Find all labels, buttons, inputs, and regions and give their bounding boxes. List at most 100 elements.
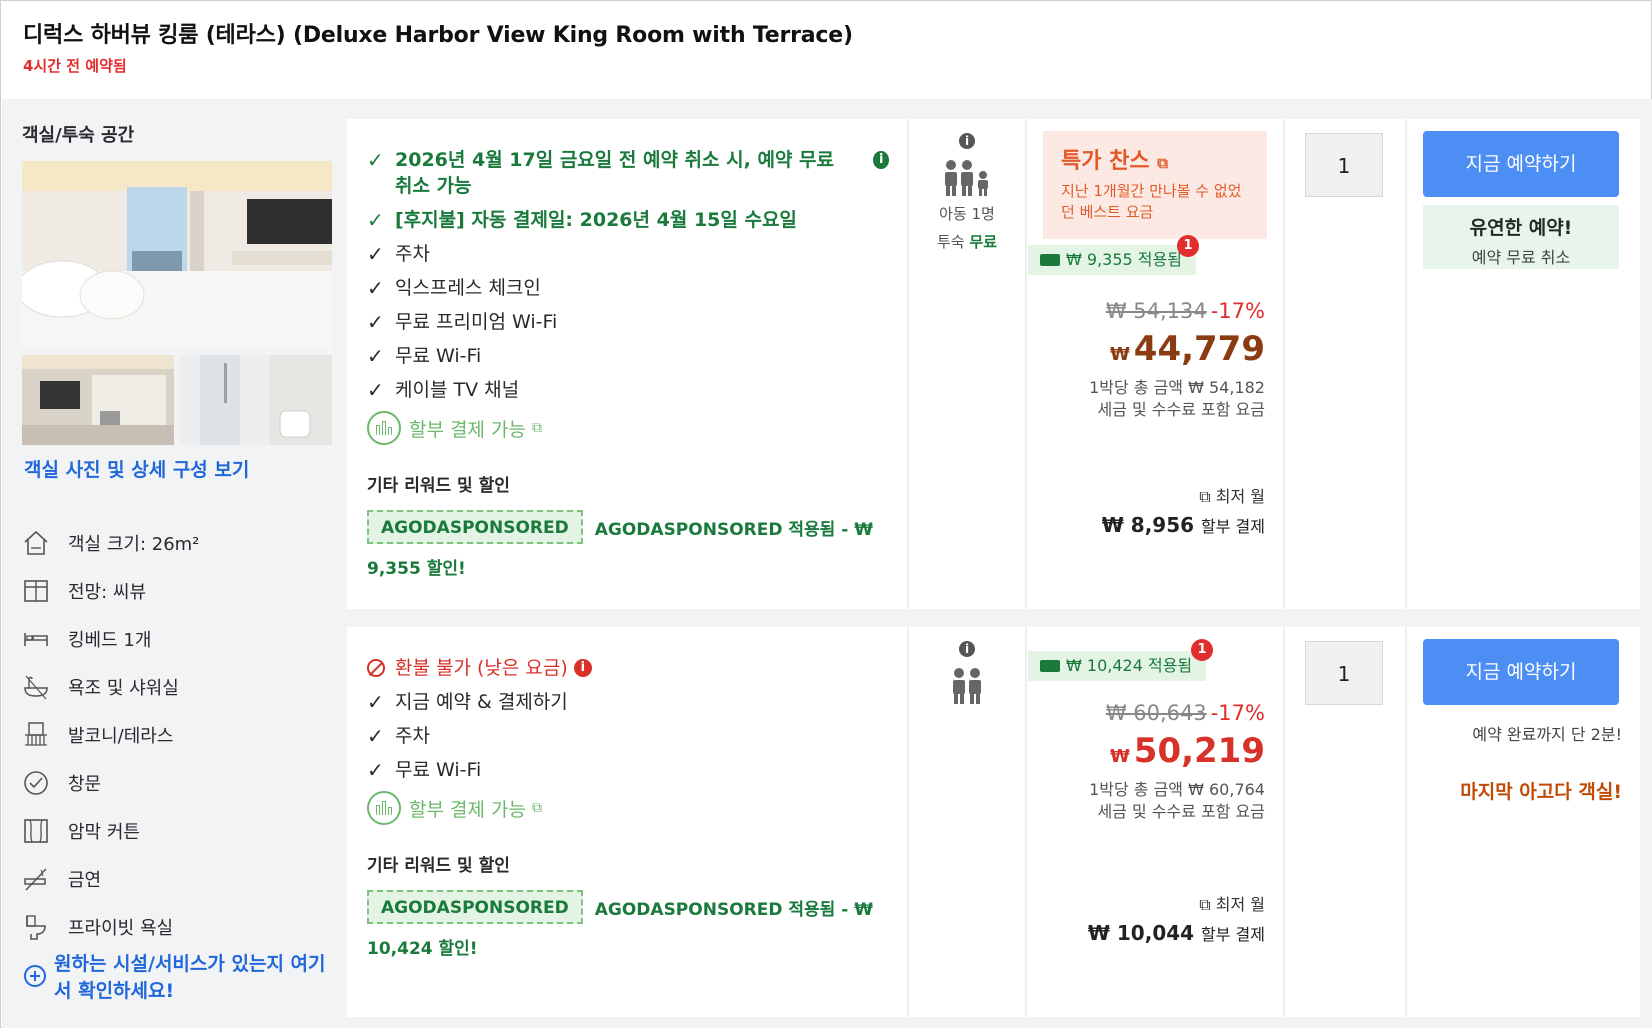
applied-discount-tag: ₩ 9,355 적용됨	[1028, 245, 1196, 275]
room-info-column: 객실/투숙 공간 객실 사진 및 상세 구성 보기 객실 크기: 26m² 전망…	[2, 99, 347, 1028]
discount-percent: -17%	[1210, 299, 1265, 323]
book-now-button[interactable]: 지금 예약하기	[1423, 131, 1619, 197]
benefit-label: 케이블 TV 채널	[395, 379, 520, 401]
room-quantity-select[interactable]: 1	[1305, 133, 1383, 197]
coupon-code-badge: AGODASPONSORED	[367, 510, 583, 544]
installment-icon	[367, 791, 401, 825]
benefit-label: 지금 예약 & 결제하기	[395, 691, 568, 713]
promo-applied-text: AGODASPONSORED 적용됨 - ₩	[594, 519, 873, 540]
benefit-label: 익스프레스 체크인	[395, 277, 541, 299]
installment-label: 할부 결제 가능	[409, 798, 526, 821]
per-night-total: 1박당 총 금액 ₩ 60,764	[1089, 780, 1265, 799]
discount-percent: -17%	[1210, 701, 1265, 725]
rewards-title: 기타 리워드 및 할인	[367, 856, 510, 876]
applied-discount-tag: ₩ 10,424 적용됨	[1028, 651, 1207, 681]
info-icon[interactable]: i	[959, 641, 975, 657]
feature-label: 발코니/테라스	[68, 726, 174, 747]
check-icon: ✓	[367, 758, 384, 782]
benefit-item: ✓ 무료 Wi-Fi	[367, 343, 889, 369]
ticket-icon	[1040, 254, 1060, 266]
window-view-icon	[20, 575, 52, 607]
room-thumb-photo-2[interactable]	[180, 355, 332, 445]
notification-badge: 1	[1177, 235, 1199, 257]
benefit-item: ✓ 케이블 TV 채널	[367, 377, 889, 403]
window-check-icon	[20, 767, 52, 799]
offer-row-2: 환불 불가 (낮은 요금) i ✓ 지금 예약 & 결제하기 ✓ 주차 ✓ 무료 Wi…	[347, 627, 1640, 1017]
plus-circle-icon	[24, 965, 46, 987]
installment-link[interactable]: 할부 결제 가능 ⧉	[367, 411, 889, 445]
monthly-installment-block: ⧉ 최저 월 ₩ 10,044 할부 결제	[1088, 891, 1265, 945]
ticket-icon	[1040, 660, 1060, 672]
room-body: 객실/투숙 공간 객실 사진 및 상세 구성 보기 객실 크기: 26m² 전망…	[2, 99, 1652, 1028]
book-now-button[interactable]: 지금 예약하기	[1423, 639, 1619, 705]
benefit-label: [후지불] 자동 결제일: 2026년 4월 15일 수요일	[395, 209, 797, 231]
info-icon[interactable]: i	[873, 151, 889, 169]
benefit-item: ✓ 주차	[367, 723, 889, 749]
room-thumb-image-2	[180, 355, 332, 445]
facility-check-link[interactable]: 원하는 시설/서비스가 있는지 여기서 확인하세요!	[24, 951, 334, 1005]
price-block: ₩ 60,643 -17% ₩50,219 1박당 총 금액 ₩ 60,764 세…	[1089, 701, 1265, 823]
people-icon	[953, 668, 981, 704]
room-quantity-select[interactable]: 1	[1305, 641, 1383, 705]
child-count-label: 아동 1명	[939, 205, 995, 223]
check-icon: ✓	[367, 344, 384, 368]
currency-symbol: ₩	[1109, 746, 1130, 767]
info-icon[interactable]: i	[959, 133, 975, 149]
room-thumb-photo-1[interactable]	[22, 355, 174, 445]
original-price-value: ₩ 60,643	[1105, 701, 1207, 725]
final-price-value: 50,219	[1133, 731, 1265, 771]
benefit-label: 2026년 4월 17일 금요일 전 예약 취소 시, 예약 무료 취소 가능	[395, 149, 834, 197]
promo-row: AGODASPONSORED AGODASPONSORED 적용됨 - ₩	[367, 890, 889, 924]
adults-child-icon	[909, 159, 1025, 197]
check-icon: ✓	[367, 276, 384, 300]
info-icon[interactable]: i	[573, 659, 592, 677]
occupancy-cell: i	[909, 627, 1027, 1017]
room-thumb-image-1	[22, 355, 174, 445]
applied-discount-label: ₩ 9,355 적용됨	[1066, 250, 1182, 269]
final-price: ₩44,779	[1089, 329, 1265, 369]
monthly-label-text: 최저 월	[1215, 487, 1265, 506]
bed-icon	[20, 623, 52, 655]
notification-badge: 1	[1191, 639, 1213, 661]
room-photos-link[interactable]: 객실 사진 및 상세 구성 보기	[24, 455, 249, 482]
booking-cell: 지금 예약하기 예약 완료까지 단 2분! 마지막 아고다 객실!	[1407, 627, 1640, 1017]
people-icon	[945, 160, 988, 196]
monthly-label: ⧉ 최저 월	[1088, 891, 1265, 915]
child-stay-label: 투숙 무료	[909, 231, 1025, 253]
feature-label: 금연	[68, 870, 102, 891]
external-link-icon: ⧉	[1199, 895, 1211, 914]
currency-symbol: ₩	[1109, 344, 1130, 365]
nonrefundable-label: 환불 불가 (낮은 요금)	[395, 657, 568, 679]
feature-window: 창문	[20, 759, 330, 807]
promo-discount-text: 10,424 할인!	[367, 939, 478, 959]
stay-free-value: 무료	[969, 233, 997, 251]
check-icon: ✓	[367, 378, 384, 402]
feature-label: 전망: 씨뷰	[68, 582, 147, 603]
final-price-value: 44,779	[1133, 329, 1265, 369]
check-icon: ✓	[367, 242, 384, 266]
feature-bath: 욕조 및 샤워실	[20, 663, 330, 711]
tax-note: 세금 및 수수료 포함 요금	[1097, 400, 1265, 419]
rewards-title: 기타 리워드 및 할인	[367, 476, 510, 496]
room-main-photo[interactable]	[22, 161, 332, 349]
nonrefundable-notice: 환불 불가 (낮은 요금) i	[367, 655, 889, 681]
room-section-title: 객실/투숙 공간	[22, 125, 135, 146]
benefit-label: 무료 Wi-Fi	[395, 345, 482, 367]
booking-cell: 지금 예약하기 유연한 예약! 예약 무료 취소	[1407, 119, 1640, 609]
promo-applied-text: AGODASPONSORED 적용됨 - ₩	[594, 899, 873, 920]
bathtub-shower-icon	[20, 671, 52, 703]
free-cancel-benefit: ✓ 2026년 4월 17일 금요일 전 예약 취소 시, 예약 무료 취소 가…	[367, 147, 889, 199]
final-price: ₩50,219	[1089, 731, 1265, 771]
installment-link[interactable]: 할부 결제 가능 ⧉	[367, 791, 889, 825]
external-link-icon: ⧉	[1157, 154, 1169, 172]
promo-discount-text: 9,355 할인!	[367, 559, 466, 579]
feature-view: 전망: 씨뷰	[20, 567, 330, 615]
monthly-label: ⧉ 최저 월	[1102, 483, 1265, 507]
blackout-curtain-icon	[20, 815, 52, 847]
feature-label: 욕조 및 샤워실	[68, 678, 179, 699]
per-night-total: 1박당 총 금액 ₩ 54,182	[1089, 378, 1265, 397]
flexible-booking-box: 유연한 예약! 예약 무료 취소	[1423, 205, 1619, 269]
feature-label: 킹베드 1개	[68, 630, 152, 651]
feature-nonsmoking: 금연	[20, 855, 330, 903]
monthly-amount: ₩ 8,956 할부 결제	[1102, 513, 1265, 537]
